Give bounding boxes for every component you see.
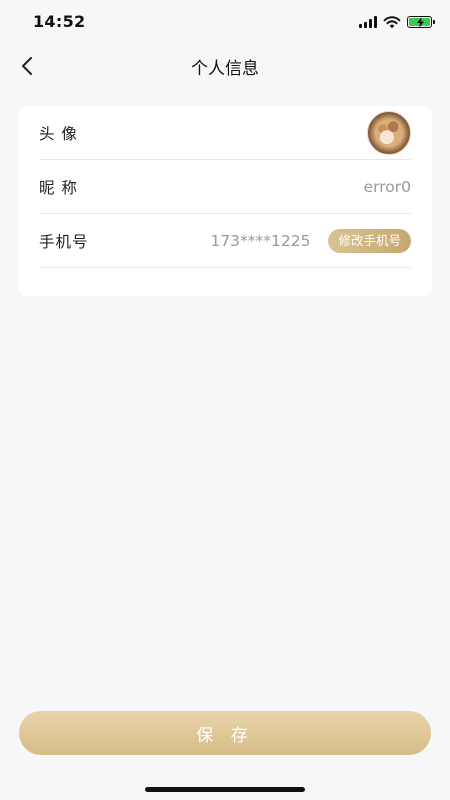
battery-fill [409, 17, 430, 28]
nickname-value: error0 [363, 177, 411, 196]
charging-bolt-icon [417, 17, 424, 28]
status-time: 14:52 [33, 12, 86, 31]
avatar-row[interactable]: 头 像 [39, 106, 411, 160]
status-icons [359, 14, 435, 30]
nickname-row[interactable]: 昵 称 error0 [39, 160, 411, 214]
profile-info-card: 头 像 昵 称 error0 手机号 173****1225 修改手机号 [18, 106, 432, 296]
nav-bar: 个人信息 [0, 44, 450, 88]
phone-value: 173****1225 [210, 231, 311, 250]
nickname-label: 昵 称 [39, 178, 78, 197]
change-phone-button[interactable]: 修改手机号 [328, 228, 411, 253]
phone-right: 173****1225 修改手机号 [210, 228, 411, 253]
signal-icon [359, 16, 377, 28]
avatar-label: 头 像 [39, 124, 78, 143]
phone-row: 手机号 173****1225 修改手机号 [39, 214, 411, 268]
phone-label: 手机号 [39, 232, 89, 251]
status-bar: 14:52 [0, 0, 450, 44]
profile-screen: 14:52 个人信息 头 像 昵 称 error0 手机号 173****122… [0, 0, 450, 800]
save-button[interactable]: 保 存 [19, 711, 431, 755]
avatar[interactable] [367, 110, 411, 155]
page-title: 个人信息 [191, 59, 259, 79]
battery-icon [407, 16, 435, 28]
home-indicator [145, 787, 305, 792]
wifi-icon [383, 16, 401, 29]
